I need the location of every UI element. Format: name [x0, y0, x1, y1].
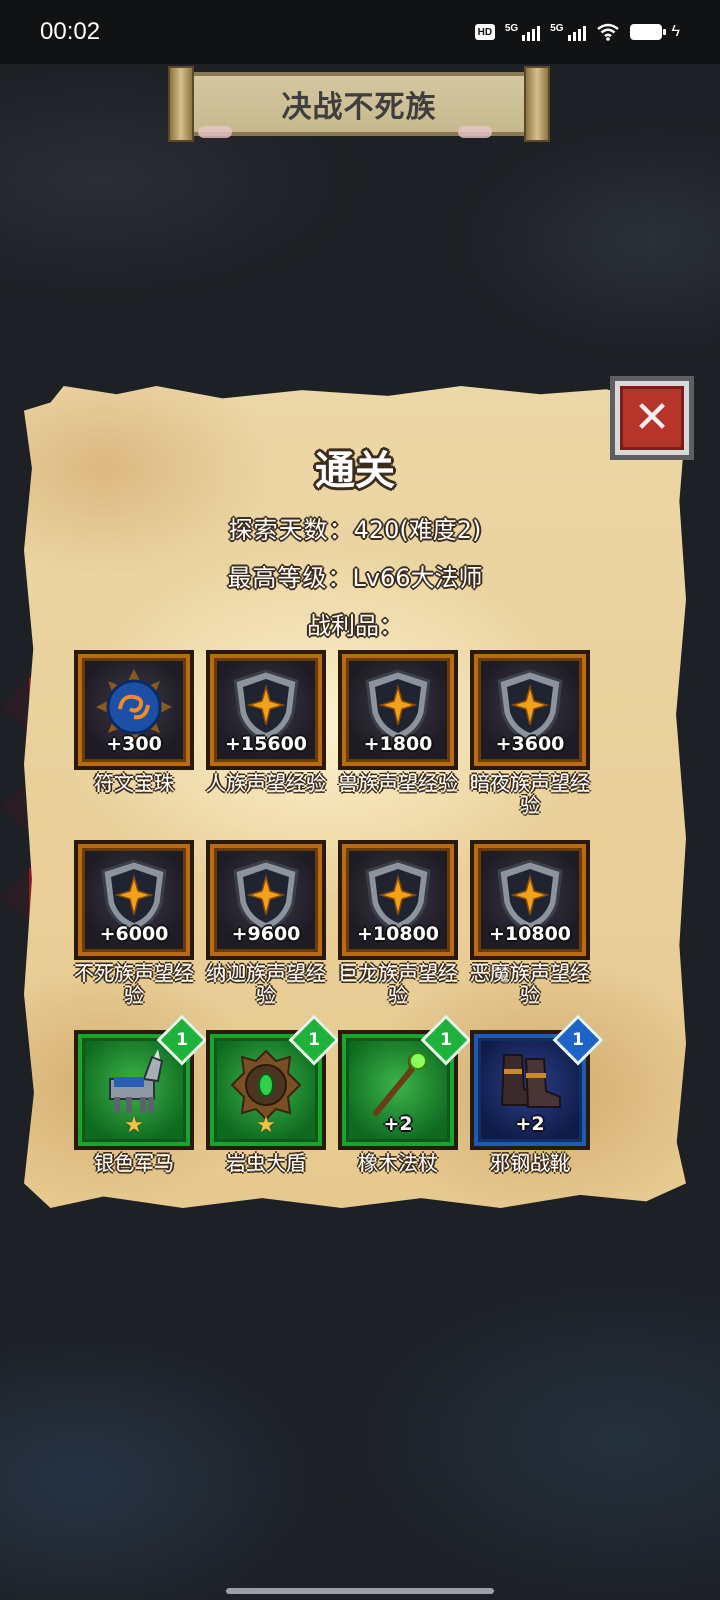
loot-amount: +1800 [363, 733, 433, 755]
loot-name: 岩虫大盾 [226, 1151, 306, 1175]
max-level-line: 最高等级：Lv66大法师 [24, 558, 686, 593]
cell-signal-icon: 5G [504, 23, 541, 41]
status-time: 00:02 [40, 18, 101, 45]
shield-gem-icon [230, 1049, 302, 1121]
loot-name: 纳迦族声望经验 [206, 961, 326, 1007]
days-value: 420(难度2) [353, 516, 482, 544]
loot-slot: +15600 [206, 650, 326, 770]
boots-icon [500, 1054, 561, 1108]
loot-name: 橡木法杖 [358, 1151, 438, 1175]
warhorse-icon [109, 1049, 164, 1113]
days-label: 探索天数： [228, 516, 354, 544]
loot-heading: 战利品： [307, 612, 403, 640]
loot-amount: +3600 [495, 733, 565, 755]
loot-amount: +15600 [224, 733, 308, 755]
shield-emblem-icon [497, 669, 563, 743]
level-number: 1 [308, 1030, 320, 1050]
wifi-icon [596, 23, 619, 41]
loot-slot: ★ 1 [206, 1014, 340, 1150]
loot-name: 邪钢战靴 [490, 1151, 570, 1175]
loot-name: 恶魔族声望经验 [470, 961, 590, 1007]
loot-item[interactable]: +300 符文宝珠 [72, 650, 196, 794]
loot-slot: ★ 1 [74, 1014, 208, 1150]
cell-signal-icon: 5G [550, 23, 586, 41]
loot-amount: +2 [515, 1113, 545, 1135]
star-icon: ★ [256, 1113, 276, 1138]
loot-name: 人族声望经验 [206, 771, 326, 795]
loot-item[interactable]: +2 1 邪钢战靴 [468, 1014, 604, 1175]
shield-emblem-icon [365, 859, 431, 933]
loot-slot: +9600 [206, 840, 326, 960]
loot-amount: +10800 [356, 923, 440, 945]
star-icon: ★ [124, 1113, 144, 1138]
loot-item[interactable]: +10800 恶魔族声望经验 [468, 840, 592, 1006]
battery-icon [629, 24, 666, 40]
loot-name: 暗夜族声望经验 [470, 771, 590, 817]
loot-slot: +3600 [470, 650, 590, 770]
loot-name: 银色军马 [94, 1151, 174, 1175]
loot-slot: +10800 [470, 840, 590, 960]
loot-slot: +10800 [338, 840, 458, 960]
shield-emblem-icon [497, 859, 563, 933]
status-bar: 00:02 HD 5G 5G ϟ [0, 0, 720, 64]
loot-slot: +2 1 [338, 1014, 472, 1150]
loot-slot: +1800 [338, 650, 458, 770]
loot-amount: +2 [383, 1113, 413, 1135]
loot-name: 兽族声望经验 [338, 771, 458, 795]
shield-emblem-icon [101, 859, 167, 933]
loot-item[interactable]: +6000 不死族声望经验 [72, 840, 196, 1006]
level-value: Lv66大法师 [352, 564, 483, 592]
level-number: 1 [440, 1030, 452, 1050]
shield-emblem-icon [233, 859, 299, 933]
level-number: 1 [572, 1030, 584, 1050]
loot-slot: +300 [74, 650, 194, 770]
loot-name: 不死族声望经验 [74, 961, 194, 1007]
loot-item[interactable]: +1800 兽族声望经验 [336, 650, 460, 794]
loot-amount: +300 [106, 733, 162, 755]
loot-name: 符文宝珠 [94, 771, 174, 795]
shield-emblem-icon [233, 669, 299, 743]
level-label: 最高等级： [227, 564, 353, 592]
loot-item[interactable]: +10800 巨龙族声望经验 [336, 840, 460, 1006]
title-scroll: 决战不死族 [168, 66, 550, 142]
loot-amount: +9600 [231, 923, 301, 945]
loot-item[interactable]: ★ 1 岩虫大盾 [204, 1014, 340, 1175]
loot-item[interactable]: +3600 暗夜族声望经验 [468, 650, 592, 816]
loot-amount: +6000 [99, 923, 169, 945]
game-screen: 00:02 HD 5G 5G ϟ 决战不死族 ✕ 通关 探索天数：420(难度2… [0, 0, 720, 1600]
loot-name: 巨龙族声望经验 [338, 961, 458, 1007]
loot-slot: +2 1 [470, 1014, 604, 1150]
explore-days-line: 探索天数：420(难度2) [24, 510, 686, 545]
loot-slot: +6000 [74, 840, 194, 960]
loot-item[interactable]: +9600 纳迦族声望经验 [204, 840, 328, 1006]
result-title: 通关 [315, 448, 395, 494]
signal-type-label: 5G [504, 23, 519, 34]
loot-item[interactable]: +2 1 橡木法杖 [336, 1014, 472, 1175]
level-title: 决战不死族 [281, 90, 437, 125]
status-icons: HD 5G 5G ϟ [474, 22, 680, 42]
staff-icon [373, 1052, 427, 1116]
home-indicator[interactable] [226, 1588, 494, 1594]
shield-emblem-icon [365, 669, 431, 743]
loot-item[interactable]: ★ 1 银色军马 [72, 1014, 208, 1175]
loot-amount: +10800 [488, 923, 572, 945]
level-number: 1 [176, 1030, 188, 1050]
side-tab[interactable] [0, 866, 32, 926]
signal-type-label: 5G [550, 23, 564, 34]
loot-item[interactable]: +15600 人族声望经验 [204, 650, 328, 794]
hd-icon: HD [474, 24, 495, 40]
charging-icon: ϟ [671, 23, 680, 40]
